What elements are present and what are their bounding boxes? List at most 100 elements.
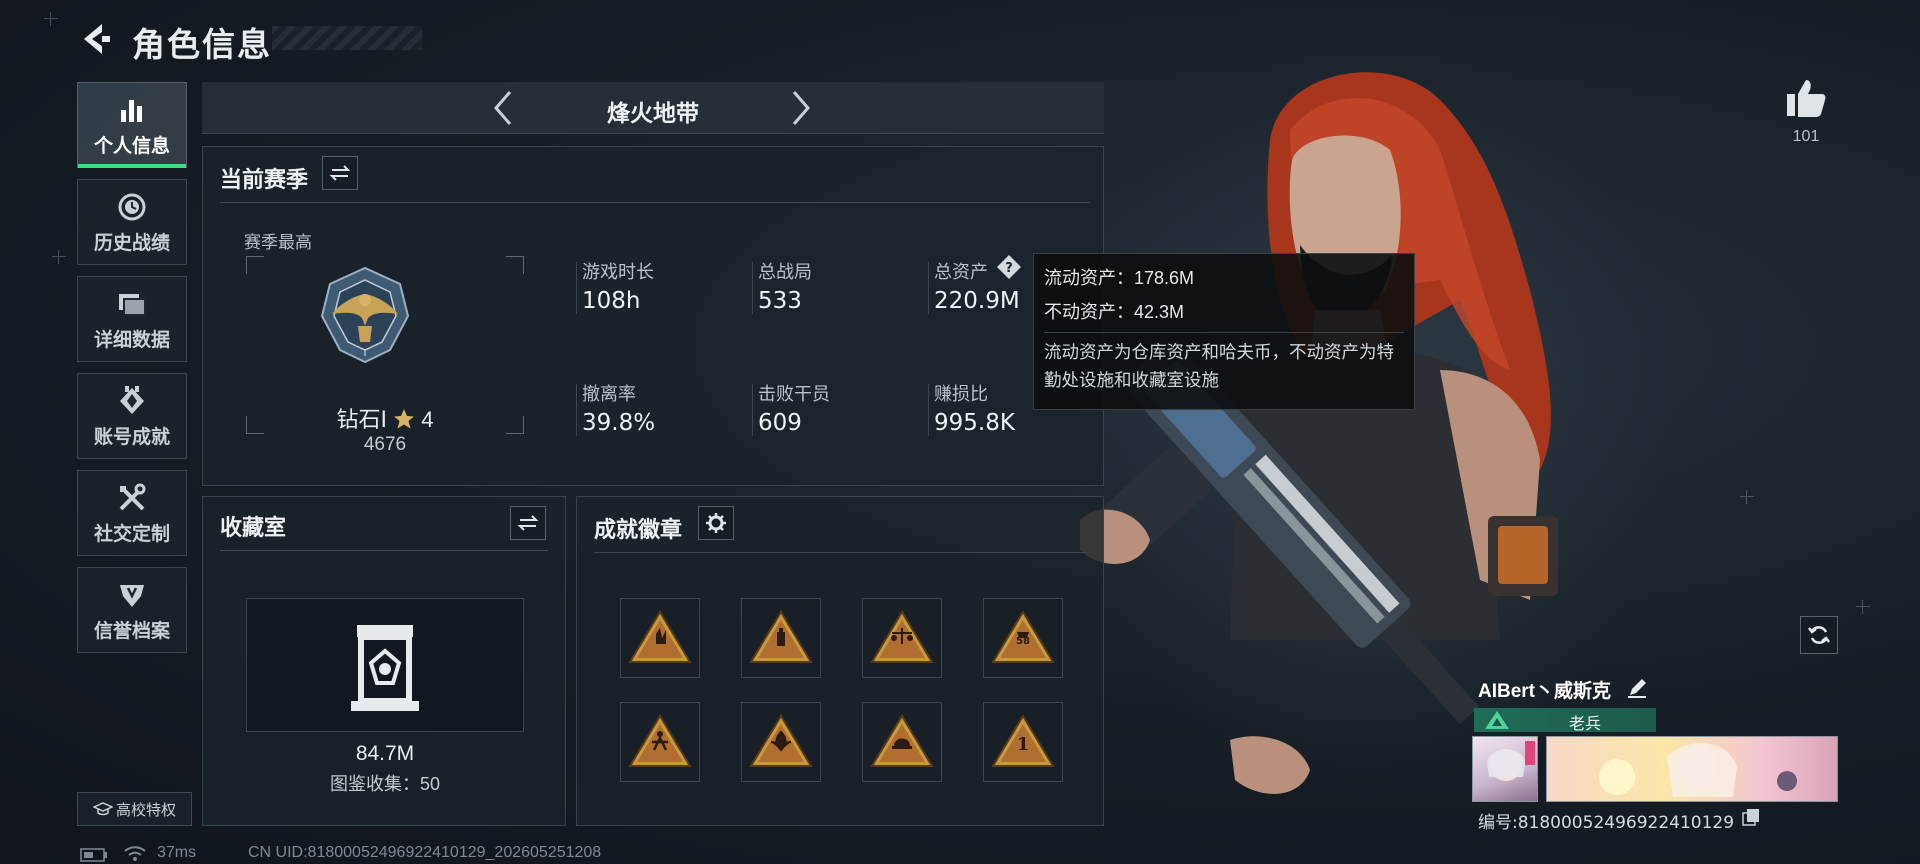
nav-item-account-achievements[interactable]: 账号成就	[77, 373, 187, 459]
bar-chart-icon	[115, 93, 149, 127]
stat-label-total-assets: 总资产	[934, 262, 988, 282]
uid-readout: CN UID:81800052496922410129_202605251208	[248, 844, 602, 861]
stat-separator	[576, 384, 577, 436]
badge-figure-icon	[628, 714, 692, 767]
ping-readout: 37ms	[157, 844, 197, 861]
divider	[594, 552, 1086, 553]
season-best-label: 赛季最高	[244, 233, 312, 252]
avatar[interactable]	[1472, 736, 1538, 802]
refresh-icon	[1808, 626, 1830, 644]
badge-lotus-icon	[749, 714, 813, 767]
decor-cross	[52, 250, 66, 264]
name-card-banner[interactable]	[1546, 736, 1838, 802]
badge-scale-icon	[870, 610, 934, 663]
nav-item-social-custom[interactable]: 社交定制	[77, 470, 187, 556]
divider	[1044, 332, 1404, 333]
back-button[interactable]	[78, 20, 114, 58]
nav-item-label: 详细数据	[93, 329, 170, 351]
battery-icon	[80, 848, 107, 862]
achievement-badge[interactable]	[741, 702, 821, 782]
divider	[220, 550, 548, 551]
tooltip-fixed-assets: 不动资产：42.3M	[1044, 302, 1185, 322]
history-clock-icon	[115, 190, 149, 224]
like-button[interactable]	[1784, 76, 1828, 120]
frame-corner	[246, 256, 264, 274]
wifi-icon	[124, 846, 146, 861]
stat-value-operators-defeated: 609	[758, 410, 802, 436]
badge-58-icon: 58	[991, 610, 1055, 663]
achievement-badge[interactable]	[741, 598, 821, 678]
nav-item-label: 社交定制	[93, 523, 170, 545]
stat-separator	[928, 384, 929, 436]
tooltip-liquid-assets: 流动资产：178.6M	[1044, 268, 1195, 288]
back-arrow-icon	[84, 24, 110, 54]
nav-item-history[interactable]: 历史战绩	[77, 179, 187, 265]
stat-value-total-assets: 220.9M	[934, 288, 1020, 314]
collection-value: 84.7M	[355, 742, 415, 765]
player-name: AIBert丶威斯克	[1478, 681, 1612, 702]
stat-separator	[576, 262, 577, 314]
stat-value-profit-loss: 995.8K	[934, 410, 1015, 436]
name-card-art-icon	[1599, 743, 1797, 797]
swap-icon	[517, 515, 539, 531]
copy-id-button[interactable]	[1742, 808, 1760, 826]
stat-value-extract-rate: 39.8%	[582, 410, 656, 436]
like-count: 101	[1792, 128, 1820, 145]
stat-label-playtime: 游戏时长	[582, 262, 654, 282]
chevron-right-icon	[792, 91, 810, 125]
achievements-title: 成就徽章	[594, 517, 683, 542]
shield-wings-icon	[115, 578, 149, 612]
stat-label-extract-rate: 撤离率	[582, 384, 636, 404]
achievements-settings-button[interactable]	[698, 506, 734, 540]
refresh-button[interactable]	[1800, 616, 1838, 654]
rank-name: 钻石Ⅰ	[336, 407, 388, 432]
nav-item-detail-data[interactable]: 详细数据	[77, 276, 187, 362]
divider	[220, 202, 1090, 203]
title-decoration	[272, 26, 422, 50]
stat-label-total-matches: 总战局	[758, 262, 812, 282]
stat-separator	[928, 262, 929, 314]
decor-cross	[1740, 490, 1754, 504]
edit-name-button[interactable]	[1626, 677, 1648, 699]
game-screen: 角色信息 个人信息 历史战绩 详细数据 账号成就 社交定制 信誉档案 高校特权 …	[0, 0, 1920, 864]
achievement-badge[interactable]	[862, 598, 942, 678]
pencil-icon	[1628, 679, 1646, 698]
collection-title: 收藏室	[220, 515, 287, 540]
display-case-icon	[351, 625, 419, 711]
player-id: 编号:81800052496922410129	[1478, 813, 1735, 833]
copy-icon	[1742, 809, 1759, 826]
anime-avatar-icon	[1487, 741, 1535, 781]
frame-corner	[506, 256, 524, 274]
decor-cross	[44, 12, 58, 26]
badge-number-one-icon: 1	[991, 714, 1055, 767]
badge-hand-icon	[628, 610, 692, 663]
stat-value-total-matches: 533	[758, 288, 802, 314]
nav-item-label: 个人信息	[93, 135, 170, 157]
thumbs-up-icon	[1787, 80, 1826, 117]
nav-item-reputation-file[interactable]: 信誉档案	[77, 567, 187, 653]
rank-stars: 4	[421, 407, 434, 432]
tools-icon	[115, 481, 149, 515]
season-switch-button[interactable]	[322, 156, 358, 190]
nav-item-label: 信誉档案	[93, 620, 170, 642]
collection-switch-button[interactable]	[510, 506, 546, 540]
stat-label-operators-defeated: 击败干员	[758, 384, 830, 404]
decor-cross	[1856, 600, 1870, 614]
stat-separator	[752, 262, 753, 314]
achievement-badge[interactable]	[862, 702, 942, 782]
assets-help-button[interactable]: ?	[996, 254, 1022, 280]
achievement-badge[interactable]: 58	[983, 598, 1063, 678]
rank-title-bar: 老兵	[1474, 708, 1656, 733]
campus-privilege-button[interactable]: 高校特权	[77, 792, 192, 826]
page-title: 角色信息	[132, 26, 272, 63]
gear-icon	[706, 513, 726, 533]
achievement-badge[interactable]	[620, 598, 700, 678]
folder-icon	[115, 287, 149, 321]
achievement-badge[interactable]	[620, 702, 700, 782]
mode-next-button[interactable]	[780, 88, 820, 128]
svg-text:I: I	[364, 348, 367, 359]
achievement-badge[interactable]: 1	[983, 702, 1063, 782]
collection-preview[interactable]	[246, 598, 524, 732]
nav-item-personal-info[interactable]: 个人信息	[77, 82, 187, 168]
stat-value-playtime: 108h	[582, 288, 641, 314]
